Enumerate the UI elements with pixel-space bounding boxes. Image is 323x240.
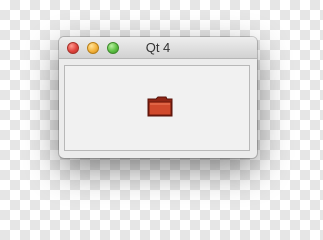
folder-icon[interactable] (146, 94, 174, 118)
close-icon[interactable] (67, 42, 79, 54)
zoom-icon[interactable] (107, 42, 119, 54)
app-window: Qt 4 (59, 37, 257, 158)
content-area (64, 65, 250, 151)
minimize-icon[interactable] (87, 42, 99, 54)
title-bar[interactable]: Qt 4 (59, 37, 257, 59)
